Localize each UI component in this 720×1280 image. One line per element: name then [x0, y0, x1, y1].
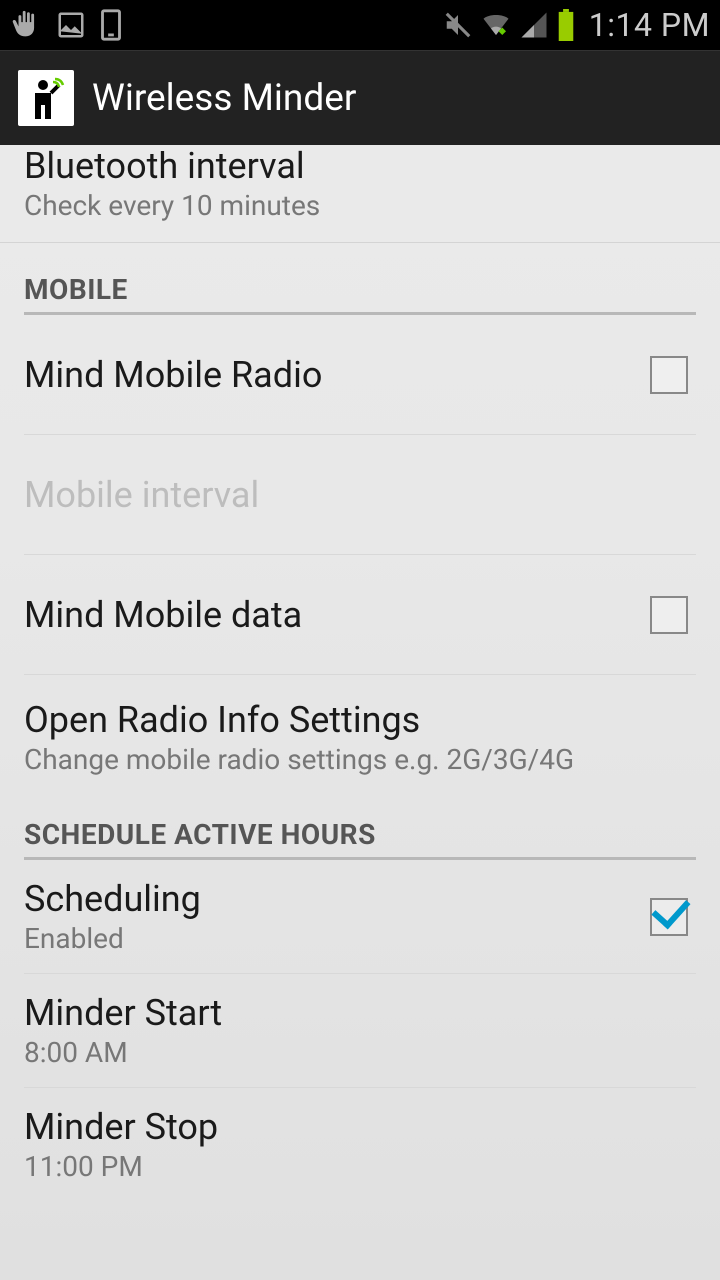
setting-title: Minder Stop — [24, 1106, 218, 1148]
status-left — [10, 8, 124, 42]
setting-minder-start[interactable]: Minder Start 8:00 AM — [24, 974, 696, 1088]
setting-subtitle: Check every 10 minutes — [24, 189, 320, 222]
setting-subtitle: 11:00 PM — [24, 1150, 218, 1183]
setting-title: Open Radio Info Settings — [24, 699, 574, 741]
status-bar: 1:14 PM — [0, 0, 720, 50]
section-header-mobile: MOBILE — [24, 243, 696, 315]
setting-subtitle: Change mobile radio settings e.g. 2G/3G/… — [24, 743, 574, 776]
hand-icon — [10, 8, 44, 42]
setting-bluetooth-interval[interactable]: Bluetooth interval Check every 10 minute… — [0, 145, 720, 243]
setting-subtitle: 8:00 AM — [24, 1036, 222, 1069]
checkbox-mind-mobile-data[interactable] — [650, 596, 688, 634]
setting-title: Scheduling — [24, 878, 201, 920]
battery-icon — [557, 9, 575, 41]
status-right: 1:14 PM — [443, 6, 710, 44]
setting-scheduling[interactable]: Scheduling Enabled — [24, 860, 696, 974]
app-logo-icon — [18, 70, 74, 126]
app-bar: Wireless Minder — [0, 50, 720, 145]
setting-subtitle: Enabled — [24, 922, 201, 955]
wifi-icon — [481, 10, 511, 40]
checkbox-scheduling[interactable] — [650, 898, 688, 936]
setting-mind-mobile-data[interactable]: Mind Mobile data — [24, 555, 696, 675]
setting-minder-stop[interactable]: Minder Stop 11:00 PM — [24, 1088, 696, 1201]
setting-title: Bluetooth interval — [24, 145, 320, 187]
setting-title: Mobile interval — [24, 474, 259, 516]
status-time: 1:14 PM — [589, 6, 710, 44]
image-icon — [56, 10, 86, 40]
section-header-schedule: SCHEDULE ACTIVE HOURS — [24, 788, 696, 860]
setting-title: Mind Mobile data — [24, 594, 302, 636]
setting-title: Mind Mobile Radio — [24, 354, 322, 396]
setting-title: Minder Start — [24, 992, 222, 1034]
app-title: Wireless Minder — [92, 77, 356, 120]
setting-mind-mobile-radio[interactable]: Mind Mobile Radio — [24, 315, 696, 435]
setting-mobile-interval: Mobile interval — [24, 435, 696, 555]
phone-icon — [98, 8, 124, 42]
mute-icon — [443, 10, 473, 40]
setting-open-radio-info[interactable]: Open Radio Info Settings Change mobile r… — [24, 675, 696, 788]
checkbox-mind-mobile-radio[interactable] — [650, 356, 688, 394]
settings-list: Bluetooth interval Check every 10 minute… — [0, 145, 720, 1201]
signal-icon — [519, 10, 549, 40]
